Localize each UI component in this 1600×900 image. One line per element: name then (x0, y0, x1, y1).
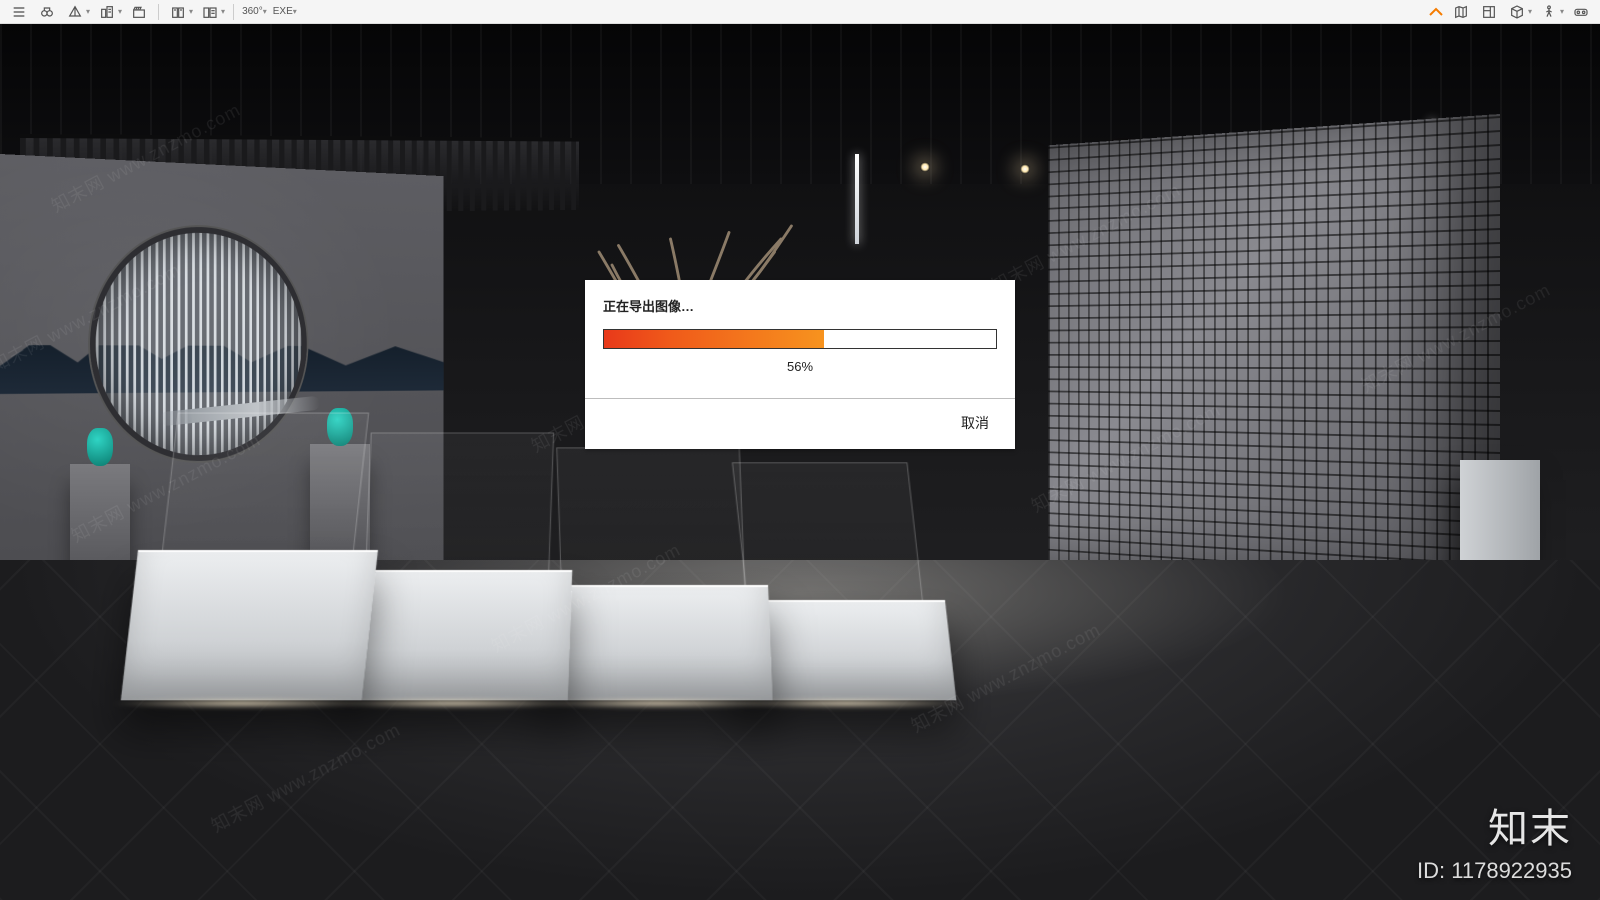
scene-grid-wall (1048, 114, 1500, 594)
chevron-down-icon[interactable]: ▾ (293, 7, 297, 16)
chevron-down-icon[interactable]: ▾ (118, 7, 122, 16)
toolbar-right-group: ▾ ▾ (1448, 2, 1594, 22)
chevron-down-icon[interactable]: ▾ (221, 7, 225, 16)
scene-glass-case (732, 462, 923, 602)
brand-logo-text: 知末 (1488, 796, 1572, 854)
scene-pedestal (538, 585, 773, 700)
vr-icon[interactable] (1568, 2, 1594, 22)
progress-bar-fill (604, 330, 824, 348)
walk-icon[interactable] (1536, 2, 1562, 22)
exe-export-button[interactable]: EXE (271, 6, 295, 17)
asset-id-prefix: ID: (1417, 858, 1451, 883)
render-viewport[interactable]: 知末网 www.znzmo.com 知末网 www.znzmo.com 知末网 … (0, 24, 1600, 900)
tube-light (855, 154, 859, 244)
menu-icon[interactable] (6, 2, 32, 22)
top-toolbar: ▾ ▾ ▾ ▾ 360° ▾ EXE ▾ (0, 0, 1600, 24)
chevron-down-icon[interactable]: ▾ (1560, 7, 1564, 16)
cube-icon[interactable] (1504, 2, 1530, 22)
ceiling-spotlight (1020, 164, 1030, 174)
export-progress-dialog: 正在导出图像… 56% 取消 (585, 280, 1015, 449)
toolbar-separator (233, 4, 234, 20)
library-a-icon[interactable] (165, 2, 191, 22)
progress-percent-label: 56% (603, 359, 997, 374)
toolbar-separator (158, 4, 159, 20)
scene-pedestal (121, 550, 378, 700)
scene-pedestal-small (70, 464, 130, 574)
blueprint-icon[interactable] (1476, 2, 1502, 22)
clapper-icon[interactable] (126, 2, 152, 22)
badge-360[interactable]: 360° (240, 6, 265, 17)
chevron-down-icon[interactable]: ▾ (86, 7, 90, 16)
scene-center-display (129, 440, 1032, 700)
progress-bar (603, 329, 997, 349)
asset-id-label: ID: 1178922935 (1417, 858, 1572, 884)
asset-id-value: 1178922935 (1451, 858, 1572, 883)
chevron-down-icon[interactable]: ▾ (1528, 7, 1532, 16)
dialog-title: 正在导出图像… (603, 296, 997, 315)
scene-glass-case (162, 413, 369, 552)
scene-vase (87, 428, 113, 466)
dialog-footer: 取消 (585, 399, 1015, 449)
pyramid-icon[interactable] (62, 2, 88, 22)
library-b-icon[interactable] (197, 2, 223, 22)
dialog-body: 正在导出图像… 56% (585, 280, 1015, 384)
ceiling-spotlight (920, 162, 930, 172)
cancel-button[interactable]: 取消 (953, 409, 997, 437)
binoculars-icon[interactable] (34, 2, 60, 22)
chevron-down-icon[interactable]: ▾ (189, 7, 193, 16)
map-icon[interactable] (1448, 2, 1474, 22)
collapse-toolbar-button[interactable] (1424, 5, 1448, 19)
toolbar-left-group: ▾ ▾ ▾ ▾ 360° ▾ EXE ▾ (6, 2, 1424, 22)
scene-glass-case (556, 447, 745, 587)
chevron-down-icon[interactable]: ▾ (263, 7, 267, 16)
scene-glass-case (365, 432, 554, 572)
toolbar-center (1424, 5, 1448, 19)
buildings-icon[interactable] (94, 2, 120, 22)
